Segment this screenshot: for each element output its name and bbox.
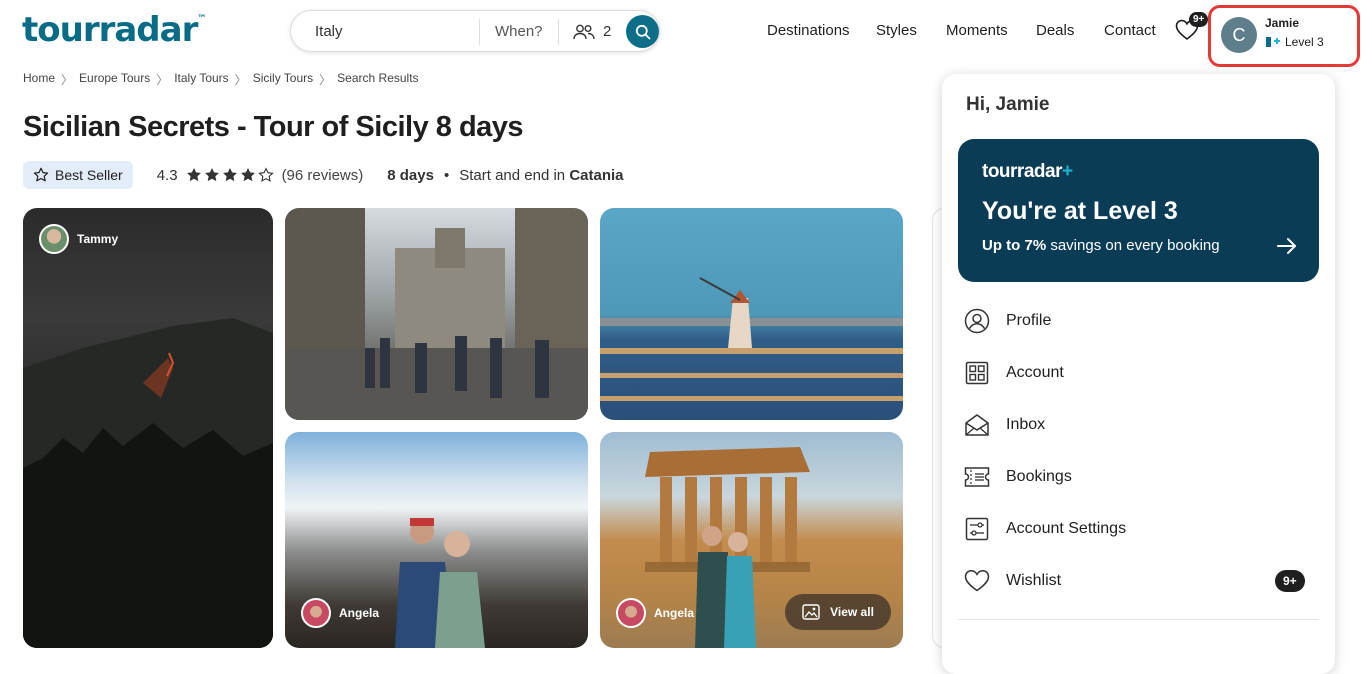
best-seller-badge: Best Seller [23,161,133,189]
star-outline-icon [257,167,274,182]
user-dropdown-menu: Hi, Jamie tourradar+ You're at Level 3 U… [942,74,1335,674]
reviewer-name: Angela [654,606,695,620]
nav-contact[interactable]: Contact [1104,22,1156,39]
start-end-text: Start and end in Catania [459,166,624,184]
gallery-photo-etna-night[interactable]: Tammy [23,208,273,648]
tourradar-logo[interactable]: tourradar™ [22,10,206,50]
star-filled-icon [204,168,219,182]
star-filled-icon [222,168,237,182]
inbox-icon [964,412,990,438]
wishlist-menu-badge: 9+ [1275,570,1305,592]
account-icon [964,360,990,386]
people-icon [573,24,595,39]
avatar: C [1221,17,1257,53]
dropdown-greeting: Hi, Jamie [966,94,1050,115]
star-filled-icon [186,168,201,182]
volcano-illustration [23,318,273,648]
reviewer-name: Angela [339,606,380,620]
menu-item-label: Wishlist [1006,572,1062,589]
menu-item-profile[interactable]: Profile [964,308,1051,334]
reviewer-avatar [39,224,69,254]
gallery-photo-agrigento-temple[interactable]: Angela View all [600,432,903,648]
star-filled-icon [240,168,255,182]
search-icon [635,24,650,39]
travelers-count: 2 [603,23,612,40]
reviewer-avatar [616,598,646,628]
breadcrumb: Home 〉 Europe Tours 〉 Italy Tours 〉 Sicily … [23,71,419,88]
top-header: tourradar™ Italy When? 2 Destinations St… [0,0,1366,67]
user-name: Jamie [1265,16,1300,30]
windmill-illustration [600,277,903,401]
arrow-right-icon [1277,238,1296,254]
menu-item-account-settings[interactable]: Account Settings [964,516,1126,542]
travelers-selector[interactable]: 2 [573,23,611,40]
street-illustration [285,208,588,420]
star-outline-icon [33,167,49,182]
heart-icon [964,568,990,594]
breadcrumb-current[interactable]: Search Results [337,71,418,88]
nav-deals[interactable]: Deals [1036,22,1074,39]
gallery-icon [802,604,820,620]
user-level: Level 3 [1265,35,1324,49]
menu-item-bookings[interactable]: Bookings [964,464,1072,490]
tourradar-plus-icon [1266,37,1280,47]
level-title: You're at Level 3 [982,197,1178,225]
nav-styles[interactable]: Styles [876,22,917,39]
menu-item-label: Inbox [1006,416,1046,433]
search-button[interactable] [626,15,659,48]
gallery-photo-catania-street[interactable] [285,208,588,420]
gallery-photo-etna-couple[interactable]: Angela [285,432,588,648]
separator-dot: • [443,166,450,184]
menu-item-wishlist[interactable]: Wishlist [964,568,1061,594]
search-bar[interactable]: Italy When? 2 [290,10,660,52]
breadcrumb-sicily[interactable]: Sicily Tours [253,71,313,88]
wishlist-count-badge: 9+ [1189,12,1209,27]
menu-divider [958,619,1319,620]
menu-item-label: Account [1006,364,1064,381]
chevron-right-icon: 〉 [319,73,332,87]
chevron-right-icon: 〉 [156,73,169,87]
search-divider [558,19,559,45]
page-title: Sicilian Secrets - Tour of Sicily 8 days [23,111,524,143]
gallery-photo-salt-windmill[interactable] [600,208,903,420]
menu-item-label: Account Settings [1006,520,1127,537]
reviewer-name: Tammy [77,232,119,246]
menu-item-inbox[interactable]: Inbox [964,412,1045,438]
reviewer-avatar [301,598,331,628]
breadcrumb-home[interactable]: Home [23,71,55,88]
reviewer-tag: Tammy [39,224,118,254]
tourradar-plus-logo: tourradar+ [982,161,1073,182]
breadcrumb-italy[interactable]: Italy Tours [174,71,228,88]
nav-destinations[interactable]: Destinations [767,22,850,39]
breadcrumb-europe[interactable]: Europe Tours [79,71,150,88]
user-menu-button[interactable]: C Jamie Level 3 [1208,5,1360,67]
menu-item-label: Profile [1006,312,1052,329]
tour-duration: 8 days [387,166,434,184]
chevron-right-icon: 〉 [61,73,74,87]
tour-meta: Best Seller 4.3 (96 reviews) 8 days • St… [23,160,624,190]
search-divider [479,19,480,45]
rating-stars [186,167,274,183]
profile-icon [964,308,990,334]
view-all-photos-button[interactable]: View all [785,594,891,630]
nav-moments[interactable]: Moments [946,22,1008,39]
level-promo-card[interactable]: tourradar+ You're at Level 3 Up to 7% sa… [958,139,1319,282]
menu-item-label: Bookings [1006,468,1072,485]
reviewer-tag: Angela [301,598,379,628]
bookings-icon [964,464,990,490]
rating-value: 4.3 [156,166,178,184]
destination-input[interactable]: Italy [315,23,343,40]
savings-text: Up to 7% savings on every booking [982,237,1220,254]
reviews-link[interactable]: (96 reviews) [282,167,364,184]
chevron-right-icon: 〉 [234,73,247,87]
settings-icon [964,516,990,542]
reviewer-tag: Angela [616,598,694,628]
when-input[interactable]: When? [495,23,543,40]
menu-item-account[interactable]: Account [964,360,1064,386]
